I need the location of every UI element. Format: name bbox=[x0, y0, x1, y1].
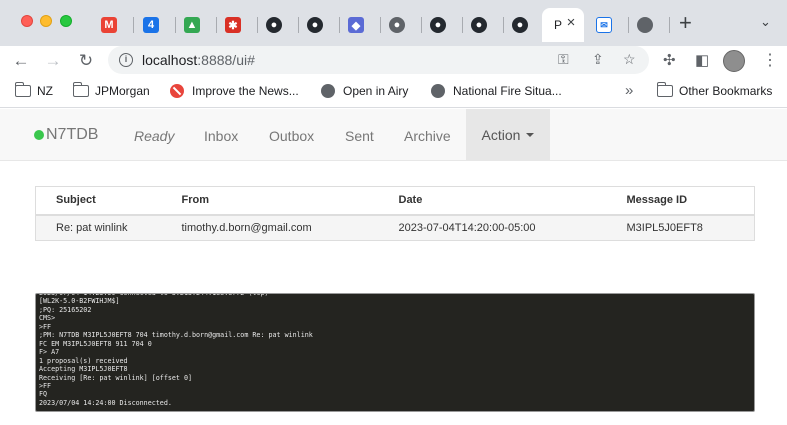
action-dropdown[interactable]: Action bbox=[466, 109, 550, 160]
browser-tab[interactable]: M bbox=[93, 8, 134, 42]
tab-globe[interactable] bbox=[629, 8, 670, 42]
avatar[interactable] bbox=[723, 50, 745, 72]
browser-tab[interactable]: ● bbox=[299, 8, 340, 42]
bookmark-open-airy[interactable]: Open in Airy bbox=[321, 84, 408, 98]
folder-icon bbox=[72, 82, 89, 97]
chevron-down-icon[interactable]: ⌄ bbox=[760, 14, 771, 30]
nav-archive[interactable]: Archive bbox=[404, 128, 451, 144]
column-header-subject[interactable]: Subject bbox=[35, 186, 162, 216]
globe-icon bbox=[431, 84, 445, 98]
globe-icon bbox=[321, 84, 335, 98]
mascot-icon: ◆ bbox=[348, 17, 364, 33]
github-icon: ● bbox=[430, 17, 446, 33]
browser-tab[interactable]: ● bbox=[258, 8, 299, 42]
cell-date: 2023-07-04T14:20:00-05:00 bbox=[378, 214, 607, 241]
github-icon: ● bbox=[512, 17, 528, 33]
bookmark-improve-news[interactable]: Improve the News... bbox=[170, 84, 299, 98]
reload-icon[interactable]: ↻ bbox=[74, 49, 98, 73]
status-dot-icon bbox=[34, 130, 44, 140]
column-header-message-id[interactable]: Message ID bbox=[606, 186, 755, 216]
ban-icon bbox=[170, 84, 184, 98]
tab-close-icon[interactable]: × bbox=[563, 15, 579, 31]
more-bookmarks-icon[interactable]: » bbox=[625, 82, 633, 99]
new-tab-icon[interactable]: + bbox=[679, 12, 692, 34]
app-icon: ✱ bbox=[225, 17, 241, 33]
star-icon[interactable]: ☆ bbox=[623, 51, 636, 68]
cell-from: timothy.d.born@gmail.com bbox=[161, 214, 379, 241]
table-header-row: Subject From Date Message ID bbox=[35, 186, 755, 216]
share-icon[interactable]: ⇪ bbox=[592, 51, 604, 68]
back-icon[interactable]: ← bbox=[9, 49, 33, 73]
window-minimize-button[interactable] bbox=[40, 15, 52, 27]
globe-icon: ● bbox=[389, 17, 405, 33]
cell-subject: Re: pat winlink bbox=[35, 214, 162, 241]
message-table: Subject From Date Message ID Re: pat win… bbox=[35, 186, 755, 241]
browser-tab[interactable]: ● bbox=[422, 8, 463, 42]
nav-inbox[interactable]: Inbox bbox=[204, 128, 238, 144]
browser-toolbar: ← → ↻ i localhost:8888/ui# ⚿ ⇪ ☆ ✣ ◧ ⋮ bbox=[0, 46, 787, 76]
browser-tab[interactable]: ● bbox=[381, 8, 422, 42]
caret-down-icon bbox=[526, 132, 535, 137]
cell-message-id: M3IPL5J0EFT8 bbox=[606, 214, 755, 241]
browser-tab[interactable]: ◆ bbox=[340, 8, 381, 42]
globe-icon bbox=[637, 17, 653, 33]
key-icon[interactable]: ⚿ bbox=[558, 51, 569, 68]
bookmark-nz[interactable]: NZ bbox=[14, 82, 53, 98]
browser-tab[interactable]: ▲ bbox=[176, 8, 217, 42]
sidepanel-icon[interactable]: ◧ bbox=[695, 51, 709, 69]
bookmark-other[interactable]: Other Bookmarks bbox=[656, 82, 772, 98]
github-icon: ● bbox=[307, 17, 323, 33]
table-row[interactable]: Re: pat winlink timothy.d.born@gmail.com… bbox=[35, 214, 755, 241]
tab-mail[interactable]: ✉ bbox=[588, 8, 629, 42]
callsign: N7TDB bbox=[46, 126, 99, 143]
info-icon[interactable]: i bbox=[119, 53, 133, 67]
bookmark-jpmorgan[interactable]: JPMorgan bbox=[72, 82, 150, 98]
window-maximize-button[interactable] bbox=[60, 15, 72, 27]
column-header-from[interactable]: From bbox=[161, 186, 379, 216]
mail-icon: ✉ bbox=[596, 17, 612, 33]
active-tab-title: P bbox=[554, 18, 563, 32]
github-icon: ● bbox=[471, 17, 487, 33]
browser-tab[interactable]: ✱ bbox=[217, 8, 258, 42]
status-text: Ready bbox=[134, 128, 175, 144]
forward-icon[interactable]: → bbox=[41, 49, 65, 73]
drive-icon: ▲ bbox=[184, 17, 200, 33]
gmail-icon: M bbox=[101, 17, 117, 33]
browser-tab[interactable]: ● bbox=[504, 8, 545, 42]
window-close-button[interactable] bbox=[21, 15, 33, 27]
brand[interactable]: N7TDB bbox=[34, 126, 98, 144]
tab-strip: M 4 ▲ ✱ ● ● ◆ ● ● ● ● P × ✉ + ⌄ bbox=[0, 0, 787, 46]
calendar-icon: 4 bbox=[143, 17, 159, 33]
address-bar[interactable]: i localhost:8888/ui# ⚿ ⇪ ☆ bbox=[108, 46, 649, 74]
url-text[interactable]: localhost:8888/ui# bbox=[142, 52, 255, 68]
github-icon: ● bbox=[266, 17, 282, 33]
console-text: 2023/07/04 14:23:59 Connected to 3.213.2… bbox=[39, 293, 313, 407]
column-header-date[interactable]: Date bbox=[378, 186, 607, 216]
extensions-icon[interactable]: ✣ bbox=[663, 51, 676, 69]
nav-outbox[interactable]: Outbox bbox=[269, 128, 314, 144]
nav-sent[interactable]: Sent bbox=[345, 128, 374, 144]
bookmarks-bar: NZ JPMorgan Improve the News... Open in … bbox=[0, 76, 787, 108]
menu-icon[interactable]: ⋮ bbox=[762, 50, 778, 70]
browser-tab[interactable]: ● bbox=[463, 8, 504, 42]
console-log[interactable]: 2023/07/04 14:23:59 Connected to 3.213.2… bbox=[35, 293, 755, 412]
folder-icon bbox=[14, 82, 31, 97]
bookmark-national-fire[interactable]: National Fire Situa... bbox=[431, 84, 562, 98]
folder-icon bbox=[656, 82, 673, 97]
browser-tab[interactable]: 4 bbox=[135, 8, 176, 42]
app-navbar: N7TDB Ready Inbox Outbox Sent Archive Ac… bbox=[0, 109, 787, 161]
